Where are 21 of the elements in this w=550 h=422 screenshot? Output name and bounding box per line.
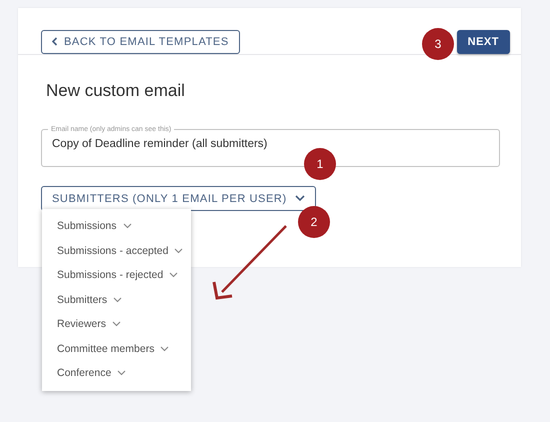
menu-item[interactable]: Reviewers [42,312,191,336]
menu-item[interactable]: Submissions [42,214,191,238]
next-button[interactable]: NEXT [456,30,510,54]
text-input[interactable]: Copy of Deadline reminder (all submitters) [52,138,297,150]
chevron-down-icon [112,321,122,328]
menu-item[interactable]: Submissions - accepted [42,238,191,263]
menu-item[interactable]: Conference [42,361,191,386]
page-title: New custom email [46,81,186,101]
chevron-down-icon [117,370,126,376]
chevron-down-icon [169,272,178,278]
back-button[interactable]: BACK TO EMAIL TEMPLATES [41,30,240,54]
chevron-down-icon [122,223,132,230]
menu-item[interactable]: Submissions - rejected [42,263,191,288]
chevron-down-icon [174,248,184,254]
chevron-down-icon [160,346,170,352]
chevron-left-icon [51,37,58,46]
recipient-dropdown[interactable]: SUBMITTERS (ONLY 1 EMAIL PER USER) [41,186,316,211]
chevron-down-icon [294,195,305,202]
menu-item[interactable]: Submitters [42,288,191,312]
chevron-down-icon [113,296,122,303]
menu-item[interactable]: Committee members [42,336,191,361]
